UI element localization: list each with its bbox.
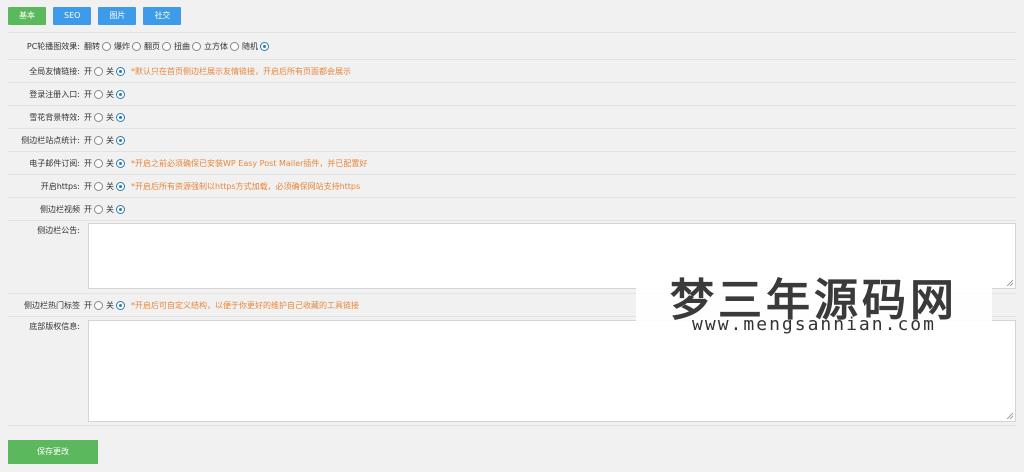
snow-label: 雪花背景特效: [29, 112, 80, 122]
radio-snow-on[interactable] [94, 112, 103, 122]
tab-bar: 基本 SEO 图片 社交 [8, 7, 182, 25]
radio-random[interactable] [260, 41, 269, 51]
carousel-option-flip[interactable]: 翻转 [84, 41, 111, 52]
friend-links-label: 全局友情链接: [29, 66, 80, 76]
tags-off[interactable]: 关 [106, 300, 125, 311]
tab-seo[interactable]: SEO [53, 7, 92, 25]
row-carousel-effect: PC轮播图效果: 翻转 爆炸 翻页 扭曲 立方体 随机 [8, 32, 1016, 60]
settings-form: PC轮播图效果: 翻转 爆炸 翻页 扭曲 立方体 随机 全局友情链接: 开 关 … [8, 32, 1016, 426]
row-friend-links: 全局友情链接: 开 关 *默认只在首页侧边栏展示友情链接，开启后所有页面都会展示 [8, 60, 1016, 83]
stats-label: 侧边栏站点统计: [21, 135, 80, 145]
radio-friend-links-on[interactable] [94, 66, 103, 76]
tab-social[interactable]: 社交 [143, 7, 182, 25]
radio-cube[interactable] [230, 41, 239, 51]
carousel-option-twist[interactable]: 扭曲 [174, 41, 201, 52]
notice-label: 侧边栏公告: [37, 226, 80, 235]
email-label: 电子邮件订阅: [29, 158, 80, 168]
stats-on[interactable]: 开 [84, 135, 103, 146]
video-label: 侧边栏视频 [40, 204, 80, 214]
radio-stats-off[interactable] [116, 135, 125, 145]
radio-friend-links-off[interactable] [116, 66, 125, 76]
tags-note: *开启后可自定义结构，以便于你更好的维护自己收藏的工具链接 [131, 300, 359, 310]
radio-tags-off[interactable] [116, 300, 125, 310]
snow-on[interactable]: 开 [84, 112, 103, 123]
carousel-effect-options: 翻转 爆炸 翻页 扭曲 立方体 随机 [84, 41, 272, 52]
tags-on[interactable]: 开 [84, 300, 103, 311]
register-label: 登录注册入口: [29, 89, 80, 99]
snow-off[interactable]: 关 [106, 112, 125, 123]
tab-images[interactable]: 图片 [98, 7, 137, 25]
https-note: *开启后所有资源强制以https方式加载，必须确保网站支持https [131, 181, 361, 191]
email-note: *开启之前必须确保已安装WP Easy Post Mailer插件，并已配置好 [131, 158, 368, 168]
radio-tags-on[interactable] [94, 300, 103, 310]
radio-register-off[interactable] [116, 89, 125, 99]
radio-video-on[interactable] [94, 204, 103, 214]
watermark: 梦三年源码网 www.mengsannian.com [636, 262, 992, 338]
row-sidebar-video: 侧边栏视频 开 关 [8, 198, 1016, 221]
radio-https-off[interactable] [116, 181, 125, 191]
radio-https-on[interactable] [94, 181, 103, 191]
video-on[interactable]: 开 [84, 204, 103, 215]
radio-explode[interactable] [132, 41, 141, 51]
radio-stats-on[interactable] [94, 135, 103, 145]
save-button[interactable]: 保存更改 [8, 440, 98, 464]
carousel-option-page[interactable]: 翻页 [144, 41, 171, 52]
https-label: 开启https: [40, 181, 80, 191]
carousel-option-explode[interactable]: 爆炸 [114, 41, 141, 52]
row-email-subscribe: 电子邮件订阅: 开 关 *开启之前必须确保已安装WP Easy Post Mai… [8, 152, 1016, 175]
radio-snow-off[interactable] [116, 112, 125, 122]
tags-label: 侧边栏热门标签 [24, 300, 80, 310]
row-site-stats: 侧边栏站点统计: 开 关 [8, 129, 1016, 152]
watermark-url: www.mengsannian.com [692, 314, 936, 335]
radio-register-on[interactable] [94, 89, 103, 99]
radio-email-off[interactable] [116, 158, 125, 168]
radio-flip[interactable] [102, 41, 111, 51]
friend-links-note: *默认只在首页侧边栏展示友情链接，开启后所有页面都会展示 [131, 66, 351, 76]
radio-video-off[interactable] [116, 204, 125, 214]
email-on[interactable]: 开 [84, 158, 103, 169]
stats-off[interactable]: 关 [106, 135, 125, 146]
radio-page[interactable] [162, 41, 171, 51]
friend-links-on[interactable]: 开 [84, 66, 103, 77]
row-https: 开启https: 开 关 *开启后所有资源强制以https方式加载，必须确保网站… [8, 175, 1016, 198]
carousel-effect-label: PC轮播图效果: [26, 41, 80, 51]
radio-email-on[interactable] [94, 158, 103, 168]
email-off[interactable]: 关 [106, 158, 125, 169]
register-on[interactable]: 开 [84, 89, 103, 100]
radio-twist[interactable] [192, 41, 201, 51]
carousel-option-random[interactable]: 随机 [242, 41, 269, 52]
video-off[interactable]: 关 [106, 204, 125, 215]
row-snow-effect: 雪花背景特效: 开 关 [8, 106, 1016, 129]
carousel-option-cube[interactable]: 立方体 [204, 41, 239, 52]
https-off[interactable]: 关 [106, 181, 125, 192]
tab-basic[interactable]: 基本 [8, 7, 46, 25]
https-on[interactable]: 开 [84, 181, 103, 192]
friend-links-off[interactable]: 关 [106, 66, 125, 77]
row-register-entry: 登录注册入口: 开 关 [8, 83, 1016, 106]
copyright-label: 底部版权信息: [29, 322, 80, 331]
register-off[interactable]: 关 [106, 89, 125, 100]
